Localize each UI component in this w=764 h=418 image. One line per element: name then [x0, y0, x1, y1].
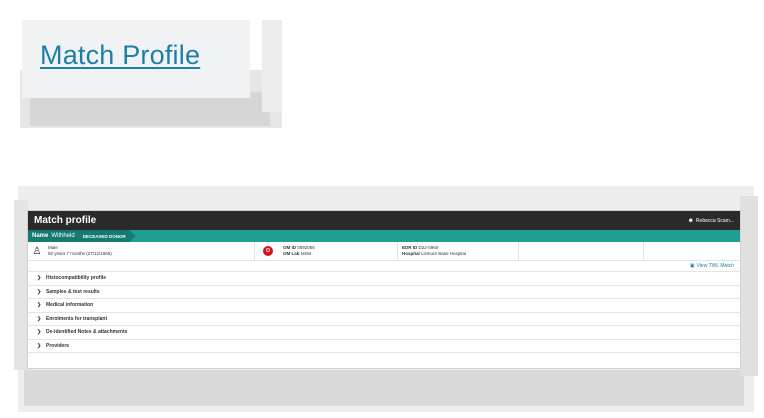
donor-om-info: O OM ID 0092066 OM Lab NSW	[255, 242, 398, 260]
page-title: Match profile	[34, 215, 97, 226]
name-label: Name	[32, 233, 49, 239]
actions-row: ▣ View TWL Match	[28, 261, 740, 271]
match-profile-window: Match profile ☻ Rebecca Scam... Name Wit…	[27, 210, 741, 369]
document-icon: ▣	[689, 263, 695, 269]
section-notes[interactable]: ❯ De-identified Notes & attachments	[28, 326, 740, 340]
chevron-right-icon: ❯	[37, 342, 42, 349]
section-label: Samples & test results	[46, 288, 100, 295]
screenshot-shadow	[24, 370, 744, 406]
donor-age: 50 years 7 months (27/12/1965)	[48, 251, 112, 256]
chevron-right-icon: ❯	[37, 275, 42, 282]
section-medical[interactable]: ❯ Medical information	[28, 299, 740, 313]
blood-group: O	[266, 248, 270, 254]
om-lab-value: NSW	[300, 251, 312, 256]
view-twl-match-link[interactable]: ▣ View TWL Match	[690, 263, 734, 269]
section-label: De-identified Notes & attachments	[46, 329, 128, 336]
donor-info-row: ♙ Male 50 years 7 months (27/12/1965) O …	[28, 242, 740, 261]
name-value: Withheld	[51, 233, 75, 239]
user-icon: ☻	[687, 217, 694, 224]
section-enrolments[interactable]: ❯ Enrolments for transplant	[28, 313, 740, 326]
hospital-value: Lismore Base Hospital	[421, 251, 467, 256]
donor-name-chip: Name Withheld DECEASED DONOR	[28, 230, 136, 242]
om-id-label: OM ID	[283, 245, 296, 250]
donor-demographics: ♙ Male 50 years 7 months (27/12/1965)	[28, 242, 255, 260]
section-label: Enrolments for transplant	[46, 315, 108, 322]
section-label: Providers	[46, 342, 70, 349]
section-providers[interactable]: ❯ Providers	[28, 340, 740, 353]
edr-id-value: D22-0960	[418, 245, 439, 250]
om-id-value: 0092066	[297, 245, 315, 250]
match-profile-thumbnail: Match Profile	[12, 10, 282, 128]
donor-edr-info: EDR ID D22-0960 Hospital Lismore Base Ho…	[398, 242, 519, 260]
thumbnail-shadow	[262, 20, 282, 112]
chevron-right-icon: ❯	[37, 315, 42, 322]
section-samples[interactable]: ❯ Samples & test results	[28, 286, 740, 299]
user-menu[interactable]: ☻ Rebecca Scam...	[688, 218, 734, 224]
view-twl-match-label: View TWL Match	[696, 263, 734, 269]
profile-sections: ❯ Histocompatibility profile ❯ Samples &…	[28, 271, 740, 353]
info-empty-cell	[519, 242, 644, 260]
screenshot-shadow	[740, 196, 758, 376]
chevron-right-icon: ❯	[37, 288, 42, 295]
section-label: Medical information	[46, 302, 94, 309]
person-icon: ♙	[32, 245, 42, 257]
info-empty-cell	[644, 242, 740, 260]
section-histocompatibility[interactable]: ❯ Histocompatibility profile	[28, 271, 740, 286]
donor-type-badge: DECEASED DONOR	[82, 233, 126, 239]
blood-drop-icon: O	[263, 246, 273, 256]
chevron-right-icon: ❯	[37, 302, 42, 309]
screenshot-shadow	[14, 200, 28, 370]
user-name: Rebecca Scam...	[695, 217, 734, 224]
hospital-label: Hospital	[402, 251, 420, 256]
chevron-right-icon: ❯	[37, 329, 42, 336]
donor-name-bar: Name Withheld DECEASED DONOR	[28, 230, 740, 242]
match-profile-link[interactable]: Match Profile	[40, 40, 200, 71]
app-header: Match profile ☻ Rebecca Scam...	[28, 211, 740, 230]
om-lab-label: OM Lab	[283, 251, 300, 256]
edr-id-label: EDR ID	[402, 245, 418, 250]
section-label: Histocompatibility profile	[46, 275, 107, 282]
